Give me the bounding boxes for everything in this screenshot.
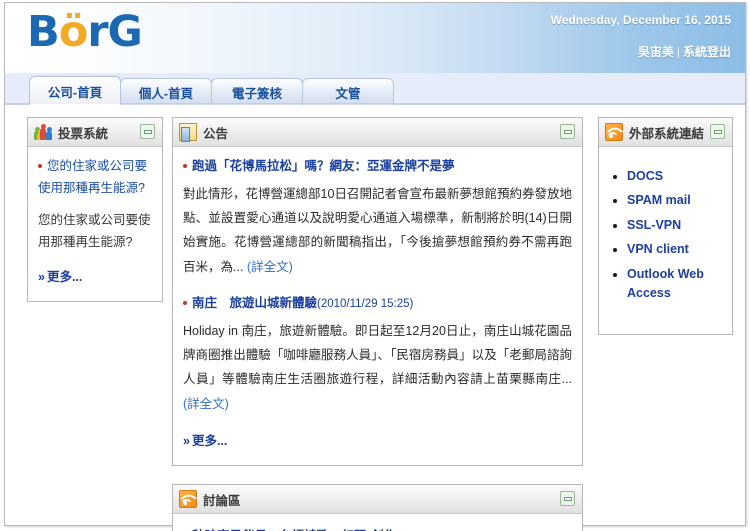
logo-letter-r: r [87,7,108,57]
list-item: SPAM mail [627,191,722,210]
tab-label: 公司-首頁 [47,85,103,100]
list-item: SSL-VPN [627,216,722,235]
portlet-discussion: 討論區 秋時東風伴月*~台語詩歌~*幻羽*創作 »更多... [172,484,583,531]
announcement-body-text: 對此情形，花博營運總部10日召開記者會宣布最新夢想館預約券發放地點、並設置愛心通… [183,186,572,274]
page-root: BörG Wednesday, December 16, 2015 吳宙美 | 系統… [0,0,750,531]
external-link-spam-mail[interactable]: SPAM mail [627,193,691,207]
poll-question-text: 您的住家或公司要使用那種再生能源? [38,212,151,249]
portlet-body: DOCS SPAM mail SSL-VPN VPN client Outloo… [599,147,732,334]
portlet-external-links: 外部系統連結 DOCS SPAM mail SSL-VPN VPN client… [598,117,733,336]
browser-window-frame: BörG Wednesday, December 16, 2015 吳宙美 | 系統… [4,2,746,531]
bullet-icon [183,300,187,305]
external-link-vpn-client[interactable]: VPN client [627,242,689,256]
announcement-board-icon [179,123,197,142]
announcement-more-link[interactable]: » 更多... [183,430,227,453]
portlet-body: 秋時東風伴月*~台語詩歌~*幻羽*創作 »更多... [173,514,582,531]
portlet-header: 外部系統連結 [599,118,732,147]
list-item: DOCS [627,167,722,186]
left-column: 投票系統 您的住家或公司要使用那種再生能源? 您的住家或公司要使用那種再生能源?… [15,117,163,531]
collapse-icon[interactable] [560,124,575,139]
voting-people-icon [34,123,52,141]
center-column: 公告 跑過「花博馬拉松」嗎？網友：亞運金牌不是夢 對此情形，花博營運總部10日召… [163,117,583,531]
tab-label: 個人-首頁 [138,86,194,101]
rss-icon [605,123,623,141]
page-header: BörG Wednesday, December 16, 2015 吳宙美 | 系統… [5,3,745,73]
announcement-body-text: Holiday in 南庄，旅遊新體驗。即日起至12月20日止，南庄山城花園品牌… [183,323,572,387]
list-item: Outlook Web Access [627,265,722,304]
portlet-title: 投票系統 [58,126,109,141]
tab-personal-home[interactable]: 個人-首頁 [120,78,212,105]
portlet-title: 公告 [203,126,229,141]
collapse-icon[interactable] [560,491,575,507]
announcement-title: 跑過「花博馬拉松」嗎？網友：亞運金牌不是夢 [192,159,455,173]
tab-label: 文管 [335,86,361,101]
external-link-outlook-web-access[interactable]: Outlook Web Access [627,267,704,300]
external-link-ssl-vpn[interactable]: SSL-VPN [627,218,681,232]
external-link-docs[interactable]: DOCS [627,169,663,183]
portlet-header: 投票系統 [28,118,162,147]
right-column: 外部系統連結 DOCS SPAM mail SSL-VPN VPN client… [583,117,733,531]
logout-link[interactable]: 系統登出 [683,45,731,59]
tab-company-home[interactable]: 公司-首頁 [29,76,121,106]
announcement-detail-link[interactable]: (詳全文) [183,397,229,411]
header-right-block: Wednesday, December 16, 2015 吳宙美 | 系統登出 [551,13,731,60]
list-item: VPN client [627,240,722,259]
tab-docmgmt[interactable]: 文管 [302,78,394,105]
current-date: Wednesday, December 16, 2015 [550,13,731,27]
external-link-list: DOCS SPAM mail SSL-VPN VPN client Outloo… [609,167,722,303]
bullet-icon [38,163,42,168]
page-body: 投票系統 您的住家或公司要使用那種再生能源? 您的住家或公司要使用那種再生能源?… [5,105,745,531]
portlet-announcements: 公告 跑過「花博馬拉松」嗎？網友：亞運金牌不是夢 對此情形，花博營運總部10日召… [172,117,583,467]
announcement-body: 對此情形，花博營運總部10日召開記者會宣布最新夢想館預約券發放地點、並設置愛心通… [183,182,572,280]
portlet-body: 您的住家或公司要使用那種再生能源? 您的住家或公司要使用那種再生能源? » 更多.… [28,147,162,301]
borg-logo[interactable]: BörG [27,11,143,54]
announcement-title: 南庄 旅遊山城新體驗 [192,296,318,311]
poll-question-link-wrap: 您的住家或公司要使用那種再生能源? [38,156,152,200]
portlet-header: 討論區 [173,485,582,515]
rss-icon [179,490,197,509]
tab-esign[interactable]: 電子簽核 [211,78,303,105]
portlet-body: 跑過「花博馬拉松」嗎？網友：亞運金牌不是夢 對此情形，花博營運總部10日召開記者… [173,147,582,465]
portlet-title: 外部系統連結 [629,126,705,141]
collapse-icon[interactable] [710,124,725,139]
user-separator: | [676,45,680,59]
portlet-voting-system: 投票系統 您的住家或公司要使用那種再生能源? 您的住家或公司要使用那種再生能源?… [27,117,163,302]
more-label: 更多... [191,434,228,449]
user-session-bar: 吳宙美 | 系統登出 [551,43,731,60]
tab-label: 電子簽核 [231,86,282,101]
announcement-body: Holiday in 南庄，旅遊新體驗。即日起至12月20日止，南庄山城花園品牌… [183,319,572,417]
announcement-detail-link[interactable]: (詳全文) [247,260,293,274]
tab-list: 公司-首頁 個人-首頁 電子簽核 文管 [29,73,394,106]
user-name-link[interactable]: 吳宙美 [638,45,674,59]
portlet-columns: 投票系統 您的住家或公司要使用那種再生能源? 您的住家或公司要使用那種再生能源?… [5,117,745,531]
announcement-title-link[interactable]: 南庄 旅遊山城新體驗(2010/11/29 15:25) [183,293,572,315]
poll-more-link[interactable]: » 更多... [38,266,82,289]
announcement-title-link[interactable]: 跑過「花博馬拉松」嗎？網友：亞運金牌不是夢 [183,156,572,178]
announcement-item: 南庄 旅遊山城新體驗(2010/11/29 15:25) Holiday in … [183,293,572,416]
logo-letter-b: B [27,7,60,57]
discussion-item: 秋時東風伴月*~台語詩歌~*幻羽*創作 [183,525,572,531]
bullet-icon [183,163,187,168]
poll-question-link[interactable]: 您的住家或公司要使用那種再生能源? [38,159,147,195]
portlet-header: 公告 [173,118,582,147]
logo-letter-o: ö [58,7,89,57]
logo-letter-g: G [107,7,143,57]
announcement-timestamp: (2010/11/29 15:25) [317,298,414,311]
more-chevron-icon: » [183,434,190,449]
more-label: 更多... [46,269,83,284]
portlet-title: 討論區 [203,493,241,508]
collapse-icon[interactable] [140,124,155,139]
main-tabbar: 公司-首頁 個人-首頁 電子簽核 文管 [5,73,745,106]
announcement-item: 跑過「花博馬拉松」嗎？網友：亞運金牌不是夢 對此情形，花博營運總部10日召開記者… [183,156,572,279]
more-chevron-icon: » [38,269,45,284]
